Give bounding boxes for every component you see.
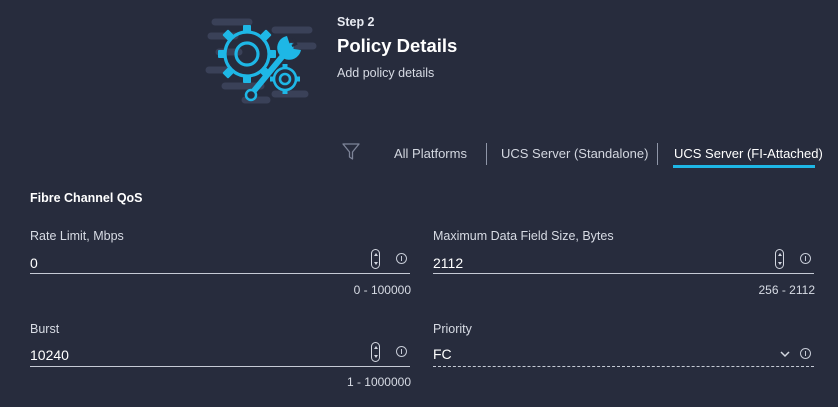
section-title: Fibre Channel QoS bbox=[30, 191, 143, 205]
tab-ucs-server-fi-attached[interactable]: UCS Server (FI-Attached) bbox=[674, 146, 823, 161]
max-data-field-size-underline bbox=[433, 273, 814, 274]
filter-icon[interactable] bbox=[341, 142, 361, 162]
gear-wrench-icon bbox=[205, 18, 317, 104]
tab-divider bbox=[486, 143, 487, 165]
info-icon[interactable] bbox=[800, 348, 811, 359]
tab-divider bbox=[657, 143, 658, 165]
rate-limit-input[interactable] bbox=[30, 254, 360, 272]
max-data-field-size-stepper[interactable] bbox=[775, 249, 784, 269]
chevron-down-icon[interactable] bbox=[780, 350, 790, 358]
rate-limit-range: 0 - 100000 bbox=[353, 283, 411, 297]
tab-ucs-server-standalone[interactable]: UCS Server (Standalone) bbox=[501, 146, 648, 161]
burst-stepper[interactable] bbox=[371, 342, 380, 362]
info-icon[interactable] bbox=[800, 253, 811, 264]
info-icon[interactable] bbox=[396, 346, 407, 357]
burst-label: Burst bbox=[30, 322, 60, 336]
rate-limit-stepper[interactable] bbox=[371, 249, 380, 269]
page-subtitle: Add policy details bbox=[337, 66, 435, 80]
tab-all-platforms[interactable]: All Platforms bbox=[394, 146, 467, 161]
max-data-field-size-range: 256 - 2112 bbox=[758, 283, 816, 297]
burst-underline bbox=[30, 366, 410, 367]
max-data-field-size-label: Maximum Data Field Size, Bytes bbox=[433, 229, 614, 243]
step-label: Step 2 bbox=[337, 15, 375, 29]
info-icon[interactable] bbox=[396, 253, 407, 264]
burst-input[interactable] bbox=[30, 346, 360, 364]
burst-range: 1 - 1000000 bbox=[346, 375, 411, 389]
priority-underline bbox=[433, 366, 814, 367]
priority-select[interactable]: FC bbox=[433, 346, 452, 362]
rate-limit-underline bbox=[30, 273, 410, 274]
page-title: Policy Details bbox=[337, 35, 458, 56]
priority-label: Priority bbox=[433, 322, 472, 336]
active-tab-indicator bbox=[673, 165, 815, 168]
max-data-field-size-input[interactable] bbox=[433, 254, 763, 272]
rate-limit-label: Rate Limit, Mbps bbox=[30, 229, 124, 243]
